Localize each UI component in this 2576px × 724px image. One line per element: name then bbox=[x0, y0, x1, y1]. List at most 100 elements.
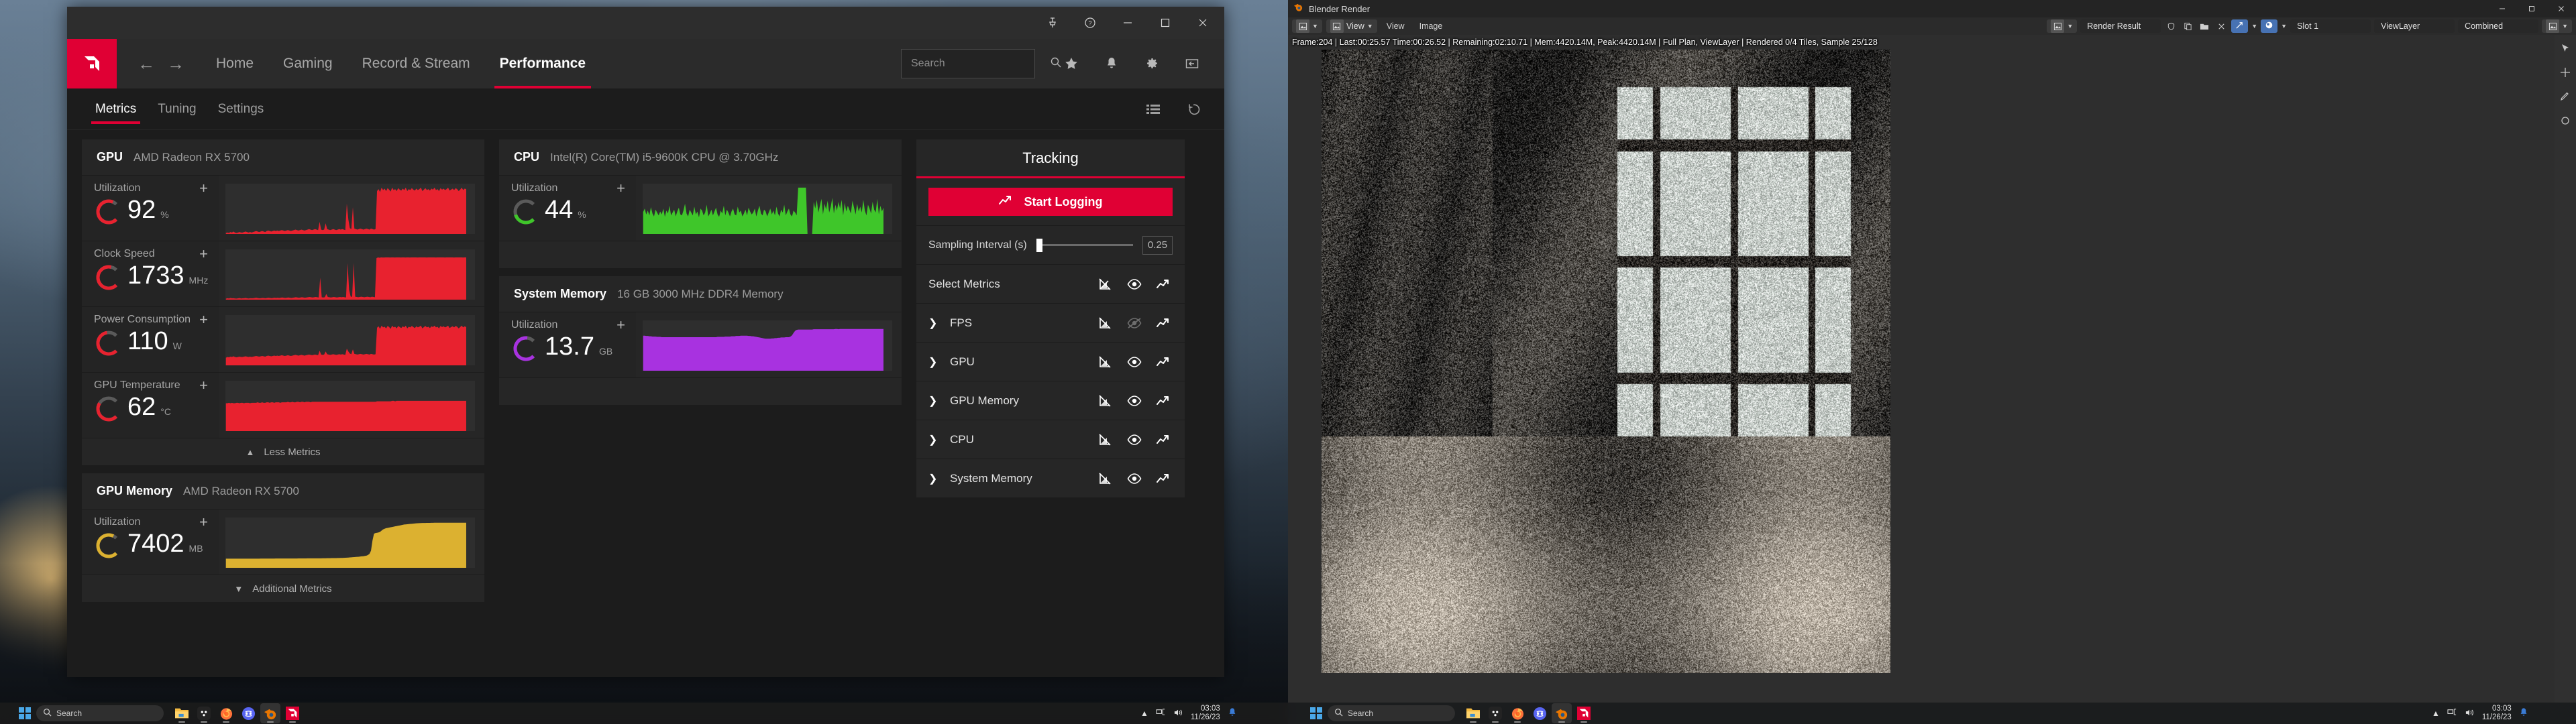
sample-icon[interactable] bbox=[2557, 113, 2573, 129]
sampling-interval-value[interactable]: 0.25 bbox=[1142, 236, 1173, 255]
trend-up-icon[interactable] bbox=[1155, 471, 1173, 487]
taskbar-app-amd-software[interactable] bbox=[1574, 703, 1594, 723]
start-button[interactable] bbox=[13, 703, 36, 724]
notifications-bell-icon[interactable] bbox=[1093, 45, 1130, 82]
color-space-selector[interactable] bbox=[2261, 19, 2277, 33]
menu-image[interactable]: Image bbox=[1414, 19, 1448, 33]
favorites-star-icon[interactable] bbox=[1053, 45, 1090, 82]
eye-icon[interactable] bbox=[1126, 432, 1143, 448]
amd-radeon-logo-icon[interactable] bbox=[67, 39, 117, 88]
eye-icon[interactable] bbox=[1126, 471, 1143, 487]
settings-gear-icon[interactable] bbox=[1133, 45, 1171, 82]
image-name-field[interactable]: Render Result bbox=[2080, 19, 2161, 33]
nav-link-record-stream[interactable]: Record & Stream bbox=[347, 39, 485, 88]
trend-up-icon[interactable] bbox=[1155, 393, 1173, 409]
metric-graph[interactable] bbox=[219, 241, 484, 306]
trend-up-icon[interactable] bbox=[1155, 315, 1173, 331]
maximize-icon[interactable] bbox=[1146, 7, 1184, 39]
search-input[interactable] bbox=[911, 58, 1050, 70]
chevron-up-icon[interactable]: ▲ bbox=[2432, 709, 2440, 718]
maximize-icon[interactable] bbox=[2517, 0, 2546, 17]
image-datablock-icon-btn[interactable]: ▼ bbox=[2047, 19, 2077, 33]
chevron-right-icon[interactable]: ❯ bbox=[928, 355, 943, 369]
start-button-secondary[interactable] bbox=[1305, 703, 1328, 724]
clock-left[interactable]: 03:03 11/26/23 bbox=[1191, 705, 1220, 722]
eye-icon[interactable] bbox=[1126, 354, 1143, 370]
tab-metrics[interactable]: Metrics bbox=[85, 88, 147, 129]
render-slot-selector[interactable]: Slot 1 bbox=[2290, 19, 2371, 33]
metric-graph[interactable] bbox=[219, 373, 484, 438]
add-metric-icon[interactable]: + bbox=[616, 318, 625, 333]
reset-icon[interactable] bbox=[1177, 92, 1212, 127]
bell-icon[interactable] bbox=[2519, 707, 2528, 719]
trend-up-icon[interactable] bbox=[1155, 276, 1173, 292]
taskbar-app-blender[interactable] bbox=[1552, 703, 1572, 723]
trend-up-icon[interactable] bbox=[1155, 432, 1173, 448]
arrow-left-icon[interactable]: ← bbox=[133, 50, 160, 77]
collapse-panel-icon[interactable] bbox=[1173, 45, 1211, 82]
volume-icon[interactable] bbox=[2465, 708, 2475, 719]
add-metric-icon[interactable]: + bbox=[199, 247, 208, 261]
taskbar-app-file-explorer[interactable] bbox=[172, 703, 192, 723]
nav-link-gaming[interactable]: Gaming bbox=[268, 39, 347, 88]
nav-link-performance[interactable]: Performance bbox=[485, 39, 600, 88]
taskbar-app-discord[interactable] bbox=[1529, 703, 1550, 723]
add-metric-icon[interactable]: + bbox=[199, 312, 208, 327]
tracking-row-system-memory[interactable]: ❯ System Memory bbox=[916, 459, 1185, 497]
arrow-right-icon[interactable]: → bbox=[162, 50, 189, 77]
start-logging-button[interactable]: Start Logging bbox=[928, 188, 1173, 216]
metric-graph[interactable] bbox=[219, 509, 484, 575]
taskbar-app-file-explorer[interactable] bbox=[1463, 703, 1483, 723]
less-metrics-button[interactable]: ▲ Less Metrics bbox=[82, 438, 484, 465]
metric-graph[interactable] bbox=[636, 312, 902, 377]
chevron-right-icon[interactable]: ❯ bbox=[928, 394, 943, 408]
view-mode-selector[interactable]: View ▼ bbox=[1326, 19, 1377, 33]
taskbar-app-dots[interactable] bbox=[1485, 703, 1505, 723]
tab-tuning[interactable]: Tuning bbox=[147, 88, 207, 129]
move-icon[interactable] bbox=[2557, 64, 2573, 80]
clock-right[interactable]: 03:03 11/26/23 bbox=[2482, 705, 2512, 722]
taskbar-app-firefox[interactable] bbox=[216, 703, 236, 723]
editor-type-selector[interactable]: ▼ bbox=[1292, 19, 1322, 33]
chevron-up-icon[interactable]: ▲ bbox=[1140, 709, 1148, 718]
add-metric-icon[interactable]: + bbox=[199, 515, 208, 530]
chart-off-icon[interactable] bbox=[1096, 432, 1114, 448]
chevron-right-icon[interactable]: ❯ bbox=[928, 316, 943, 330]
eye-icon[interactable] bbox=[1126, 393, 1143, 409]
menu-view[interactable]: View bbox=[1381, 19, 1410, 33]
taskbar-app-amd-software[interactable] bbox=[282, 703, 303, 723]
volume-icon[interactable] bbox=[1173, 708, 1183, 719]
taskbar-app-firefox[interactable] bbox=[1507, 703, 1527, 723]
annotate-icon[interactable] bbox=[2557, 88, 2573, 105]
tab-settings[interactable]: Settings bbox=[207, 88, 275, 129]
taskbar-search[interactable]: Search bbox=[36, 705, 164, 721]
display-mode-selector[interactable]: ▼ bbox=[2542, 19, 2572, 33]
tracking-row-gpu-memory[interactable]: ❯ GPU Memory bbox=[916, 381, 1185, 420]
tracking-row-gpu[interactable]: ❯ GPU bbox=[916, 342, 1185, 381]
metric-graph[interactable] bbox=[219, 307, 484, 372]
add-metric-icon[interactable]: + bbox=[199, 181, 208, 196]
network-icon[interactable] bbox=[1156, 708, 1166, 719]
taskbar-app-blender[interactable] bbox=[260, 703, 280, 723]
additional-metrics-button[interactable]: ▼ Additional Metrics bbox=[82, 575, 484, 602]
close-icon[interactable] bbox=[2546, 0, 2576, 17]
slider-thumb[interactable] bbox=[1036, 239, 1042, 252]
network-icon[interactable] bbox=[2447, 708, 2457, 719]
add-metric-icon[interactable]: + bbox=[199, 378, 208, 393]
list-view-icon[interactable] bbox=[1136, 92, 1171, 127]
pivot-selector[interactable] bbox=[2231, 19, 2248, 33]
blender-image-canvas[interactable]: Frame:204 | Last:00:25.57 Time:00:26.52 … bbox=[1288, 35, 2576, 703]
tracking-row-fps[interactable]: ❯ FPS bbox=[916, 303, 1185, 342]
taskbar-app-discord[interactable] bbox=[238, 703, 258, 723]
eye-icon[interactable] bbox=[1126, 276, 1143, 292]
chart-off-icon[interactable] bbox=[1096, 315, 1114, 331]
search-box[interactable] bbox=[901, 49, 1035, 78]
taskbar-app-dots[interactable] bbox=[194, 703, 214, 723]
folder-icon[interactable] bbox=[2198, 19, 2211, 33]
eye-off-icon[interactable] bbox=[1126, 315, 1143, 331]
copy-icon[interactable] bbox=[2181, 19, 2194, 33]
render-pass-selector[interactable]: Combined bbox=[2458, 19, 2538, 33]
chart-off-icon[interactable] bbox=[1096, 354, 1114, 370]
taskbar-search-secondary[interactable]: Search bbox=[1328, 705, 1455, 721]
tracking-row-cpu[interactable]: ❯ CPU bbox=[916, 420, 1185, 459]
